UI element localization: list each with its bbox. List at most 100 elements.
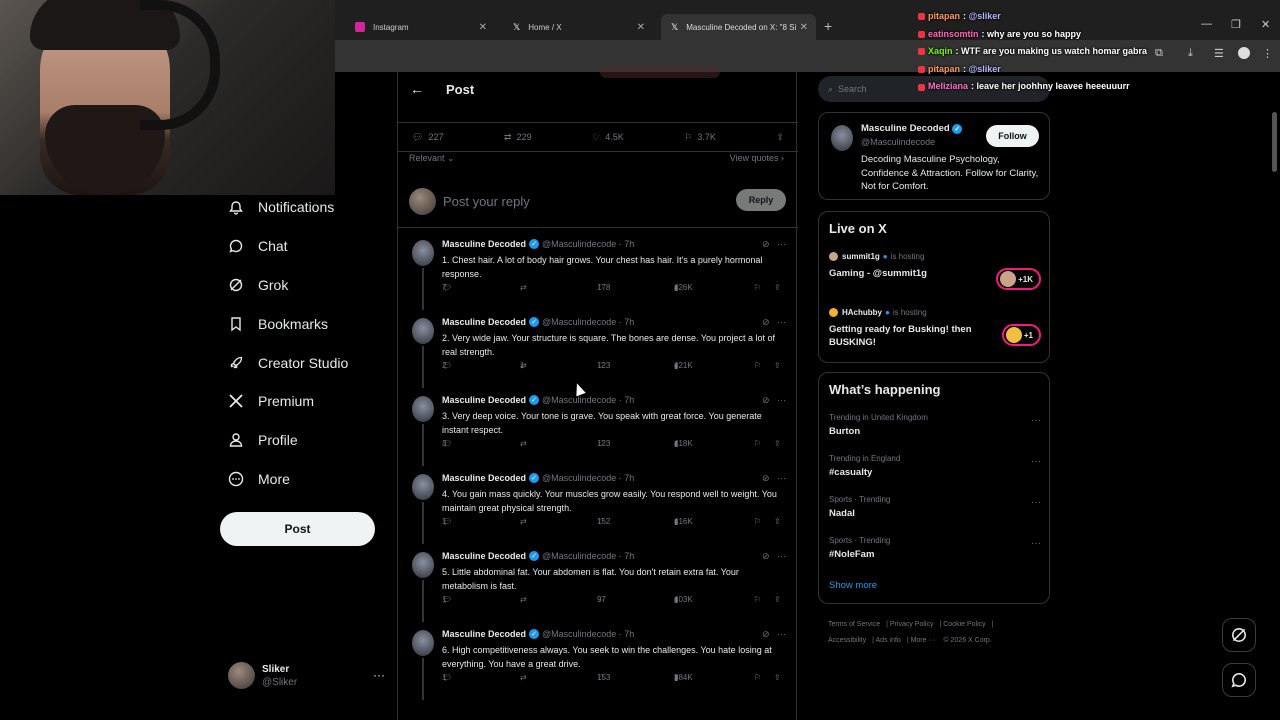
nav-grok[interactable]: Grok: [228, 277, 288, 293]
reply-tweet[interactable]: Masculine Decoded ✓ @Masculindecode · 7h ⊘ …: [398, 234, 798, 312]
bookmark-icon[interactable]: ⚐: [754, 595, 761, 604]
chat-username[interactable]: pitapan: [928, 61, 960, 79]
more-dots-icon[interactable]: ···: [1031, 415, 1041, 426]
share-icon[interactable]: ⇪: [774, 283, 781, 292]
footer-link[interactable]: Accessibility: [828, 637, 866, 644]
tab-home-x[interactable]: 𝕏 Home / X ✕: [503, 16, 653, 38]
grok-icon[interactable]: ⊘: [762, 473, 770, 483]
author-name[interactable]: Masculine Decoded: [442, 551, 526, 561]
more-dots-icon[interactable]: ···: [777, 473, 786, 483]
more-dots-icon[interactable]: ···: [1031, 538, 1041, 549]
more-dots-icon[interactable]: ···: [1031, 497, 1041, 508]
footer-link[interactable]: Terms of Service: [828, 621, 880, 628]
scrollbar[interactable]: [1272, 112, 1277, 172]
reply-count-button[interactable]: 💬︎ 227: [412, 132, 443, 143]
post-button[interactable]: Post: [220, 512, 375, 546]
avatar[interactable]: [412, 240, 434, 310]
close-icon[interactable]: ✕: [800, 22, 808, 33]
timestamp[interactable]: 7h: [624, 395, 634, 405]
more-dots-icon[interactable]: ···: [777, 317, 786, 327]
more-dots-icon[interactable]: ···: [777, 395, 786, 405]
window-close-button[interactable]: ✕: [1261, 18, 1270, 31]
grok-icon[interactable]: ⊘: [762, 239, 770, 249]
grok-icon[interactable]: ⊘: [762, 317, 770, 327]
timestamp[interactable]: 7h: [624, 317, 634, 327]
show-more-link[interactable]: Show more: [829, 580, 877, 591]
more-dots-icon[interactable]: ···: [777, 551, 786, 561]
grok-icon[interactable]: ⊘: [762, 551, 770, 561]
author-name[interactable]: Masculine Decoded: [442, 473, 526, 483]
avatar[interactable]: [831, 125, 853, 151]
bookmark-icon[interactable]: ⚐: [754, 361, 761, 370]
new-tab-button[interactable]: +: [824, 18, 832, 34]
promo-name[interactable]: Masculine Decoded ✓: [861, 123, 963, 134]
back-arrow-icon[interactable]: ←: [410, 81, 424, 97]
author-name[interactable]: Masculine Decoded: [442, 395, 526, 405]
reply-tweet[interactable]: Masculine Decoded ✓ @Masculindecode · 7h ⊘ …: [398, 624, 798, 702]
share-icon[interactable]: ⇪: [774, 673, 781, 682]
more-dots-icon[interactable]: ···: [777, 239, 786, 249]
share-icon[interactable]: ⇪: [774, 439, 781, 448]
bookmark-icon[interactable]: ⚐: [754, 673, 761, 682]
author-name[interactable]: Masculine Decoded: [442, 317, 526, 327]
avatar[interactable]: [412, 318, 434, 388]
grok-icon[interactable]: ⊘: [762, 629, 770, 639]
reply-tweet[interactable]: Masculine Decoded ✓ @Masculindecode · 7h ⊘ …: [398, 468, 798, 546]
nav-notifications[interactable]: Notifications: [228, 199, 334, 215]
share-icon[interactable]: ⇪: [774, 361, 781, 370]
like-count-button[interactable]: ♡ 4.5K: [592, 132, 624, 143]
bookmark-icon[interactable]: ⚐: [754, 439, 761, 448]
bookmark-count-button[interactable]: ⚐ 3.7K: [684, 132, 716, 143]
bookmark-icon[interactable]: ⚐: [754, 517, 761, 526]
share-icon[interactable]: ⇪: [776, 132, 784, 143]
timestamp[interactable]: 7h: [624, 473, 634, 483]
view-quotes-link[interactable]: View quotes ›: [730, 153, 784, 163]
nav-bookmarks[interactable]: Bookmarks: [228, 316, 328, 332]
profile-icon[interactable]: [1238, 47, 1250, 59]
live-item[interactable]: HAchubby ● is hosting Getting ready for Bu…: [829, 308, 1041, 349]
timestamp[interactable]: 7h: [624, 551, 634, 561]
chat-fab-button[interactable]: [1222, 663, 1256, 697]
avatar[interactable]: [412, 474, 434, 544]
footer-link[interactable]: More ···: [911, 637, 936, 644]
close-icon[interactable]: ✕: [479, 22, 487, 33]
more-dots-icon[interactable]: ···: [1031, 456, 1041, 467]
nav-profile[interactable]: Profile: [228, 432, 298, 448]
reply-button[interactable]: Reply: [736, 189, 786, 211]
close-icon[interactable]: ✕: [637, 22, 645, 33]
share-icon[interactable]: ⇪: [774, 595, 781, 604]
chat-username[interactable]: Xaqin: [928, 43, 953, 61]
avatar[interactable]: [412, 630, 434, 700]
reply-tweet[interactable]: Masculine Decoded ✓ @Masculindecode · 7h ⊘ …: [398, 312, 798, 390]
trend-item[interactable]: Sports · Trending #NoleFam ···: [829, 536, 1041, 560]
tab-instagram[interactable]: Instagram ✕: [345, 16, 495, 38]
timestamp[interactable]: 7h: [624, 629, 634, 639]
avatar[interactable]: [412, 396, 434, 466]
share-icon[interactable]: ⇪: [774, 517, 781, 526]
trend-item[interactable]: Sports · Trending Nadal ···: [829, 495, 1041, 519]
tab-masculine-decoded[interactable]: 𝕏 Masculine Decoded on X: "8 Si ✕: [661, 14, 816, 40]
chat-username[interactable]: pitapan: [928, 8, 960, 26]
sort-dropdown[interactable]: Relevant ⌄: [409, 153, 455, 164]
menu-icon[interactable]: ⋮: [1262, 47, 1273, 60]
author-name[interactable]: Masculine Decoded: [442, 239, 526, 249]
more-dots-icon[interactable]: ···: [373, 668, 385, 682]
reply-input[interactable]: Post your reply: [443, 194, 530, 209]
trend-item[interactable]: Trending in United Kingdom Burton ···: [829, 413, 1041, 437]
bookmark-icon[interactable]: ⚐: [754, 283, 761, 292]
nav-more[interactable]: More: [228, 471, 290, 487]
chat-username[interactable]: eatinsomtin: [928, 26, 979, 44]
maximize-button[interactable]: ❐: [1231, 18, 1241, 31]
nav-creator-studio[interactable]: Creator Studio: [228, 355, 348, 371]
footer-link[interactable]: Privacy Policy: [890, 621, 934, 628]
trend-item[interactable]: Trending in England #casualty ···: [829, 454, 1041, 478]
chat-username[interactable]: Meliziana: [928, 78, 968, 96]
repost-count-button[interactable]: ⇄ 229: [504, 132, 532, 143]
nav-chat[interactable]: Chat: [228, 238, 288, 254]
grok-icon[interactable]: ⊘: [762, 395, 770, 405]
grok-fab-button[interactable]: [1222, 618, 1256, 652]
nav-premium[interactable]: Premium: [228, 393, 314, 409]
reply-tweet[interactable]: Masculine Decoded ✓ @Masculindecode · 7h ⊘ …: [398, 546, 798, 624]
author-name[interactable]: Masculine Decoded: [442, 629, 526, 639]
footer-link[interactable]: Ads info: [876, 637, 901, 644]
